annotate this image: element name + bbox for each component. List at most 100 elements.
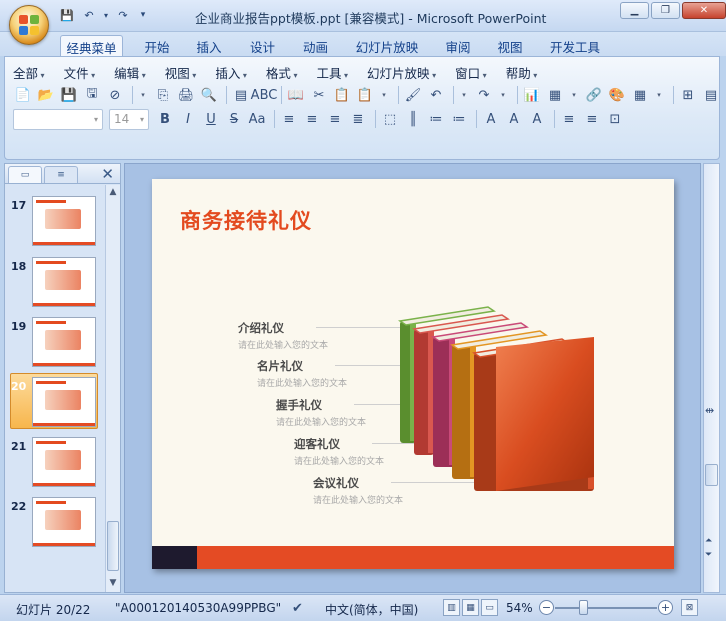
font-size-combo[interactable]: 14 ▾ bbox=[109, 108, 149, 130]
zoom-slider[interactable] bbox=[555, 607, 657, 609]
tab-4[interactable]: 动画 bbox=[293, 35, 338, 56]
slide-sorter-button[interactable]: ▦ bbox=[462, 599, 479, 616]
format-icon-16[interactable]: ≡ bbox=[559, 109, 579, 129]
format-icon-13[interactable]: A bbox=[481, 109, 501, 129]
toolbar-icon-20[interactable]: ▾ bbox=[497, 85, 509, 105]
toolbar-icon-21[interactable]: 📊 bbox=[522, 85, 542, 105]
toolbar-icon-12[interactable]: ✂ bbox=[309, 85, 329, 105]
tab-0[interactable]: 经典菜单 bbox=[60, 35, 123, 56]
font-name-combo[interactable]: ▾ bbox=[13, 108, 103, 130]
toolbar-icon-17[interactable]: ↶ bbox=[426, 85, 446, 105]
menu-8[interactable]: 窗口 bbox=[455, 63, 487, 82]
slide-thumbnail[interactable] bbox=[32, 196, 96, 246]
format-icon-10[interactable]: ║ bbox=[403, 109, 423, 129]
slide-thumbnail[interactable] bbox=[32, 497, 96, 547]
zoom-slider-thumb[interactable] bbox=[579, 600, 588, 615]
spellcheck-icon[interactable]: ✔ bbox=[292, 601, 303, 616]
menu-1[interactable]: 文件 bbox=[64, 63, 96, 82]
format-icon-18[interactable]: ⊡ bbox=[605, 109, 625, 129]
toolbar-icon-18[interactable]: ▾ bbox=[458, 85, 470, 105]
menu-6[interactable]: 工具 bbox=[316, 63, 348, 82]
slideshow-button[interactable]: ▭ bbox=[481, 599, 498, 616]
toolbar-icon-7[interactable]: 🖨 bbox=[176, 85, 196, 105]
slide-scrollbar[interactable]: ⇹ ⏶ ⏷ bbox=[703, 163, 720, 593]
office-button[interactable] bbox=[9, 5, 49, 45]
tab-7[interactable]: 视图 bbox=[489, 35, 531, 56]
tab-3[interactable]: 设计 bbox=[240, 35, 285, 56]
customize-qat-icon[interactable]: ▾ bbox=[136, 7, 150, 23]
fit-to-window-icon[interactable]: ⊠ bbox=[681, 599, 698, 616]
slide-thumbnail[interactable] bbox=[32, 317, 96, 367]
format-icon-15[interactable]: A bbox=[527, 109, 547, 129]
previous-slide-icon[interactable]: ⏶ bbox=[705, 536, 712, 546]
slide-thumbnail[interactable] bbox=[32, 257, 96, 307]
format-icon-17[interactable]: ≡ bbox=[582, 109, 602, 129]
toolbar-icon-27[interactable]: ▾ bbox=[653, 85, 665, 105]
format-icon-9[interactable]: ⬚ bbox=[380, 109, 400, 129]
format-icon-4[interactable]: Aa bbox=[247, 109, 267, 129]
menu-0[interactable]: 全部 bbox=[13, 63, 45, 82]
toolbar-icon-16[interactable]: 🖌 bbox=[403, 85, 423, 105]
menu-3[interactable]: 视图 bbox=[165, 63, 197, 82]
slide-thumbnail[interactable] bbox=[32, 377, 96, 427]
redo-icon[interactable]: ↷ bbox=[114, 7, 132, 23]
toolbar-icon-8[interactable]: 🔍 bbox=[199, 85, 219, 105]
tab-outline[interactable]: ≡ bbox=[44, 166, 78, 183]
format-icon-2[interactable]: U bbox=[201, 109, 221, 129]
books-graphic[interactable] bbox=[152, 179, 674, 569]
format-icon-5[interactable]: ≡ bbox=[279, 109, 299, 129]
close-pane-icon[interactable]: ✕ bbox=[101, 165, 114, 183]
slide[interactable]: 商务接待礼仪 介绍礼仪 请在此处输入您的文本 名片礼仪 请在此处输入您的文本 握手礼仪请… bbox=[152, 179, 674, 569]
toolbar-icon-14[interactable]: 📋 bbox=[355, 85, 375, 105]
format-icon-14[interactable]: A bbox=[504, 109, 524, 129]
maximize-button[interactable]: ❐ bbox=[651, 2, 680, 19]
toolbar-icon-1[interactable]: 📂 bbox=[36, 85, 56, 105]
toolbar-icon-28[interactable]: ⊞ bbox=[678, 85, 698, 105]
pane-scroll-thumb[interactable] bbox=[107, 521, 119, 571]
toolbar-icon-29[interactable]: ▤ bbox=[701, 85, 721, 105]
format-icon-6[interactable]: ≡ bbox=[302, 109, 322, 129]
toolbar-icon-15[interactable]: ▾ bbox=[378, 85, 390, 105]
format-icon-12[interactable]: ≔ bbox=[449, 109, 469, 129]
tab-8[interactable]: 开发工具 bbox=[540, 35, 610, 56]
scroll-up-icon[interactable]: ▲ bbox=[106, 185, 120, 199]
slide-scroll-thumb[interactable] bbox=[705, 464, 718, 486]
normal-view-button[interactable]: ▥ bbox=[443, 599, 460, 616]
menu-9[interactable]: 帮助 bbox=[506, 63, 538, 82]
toolbar-icon-10[interactable]: ABC bbox=[251, 85, 278, 105]
toolbar-icon-5[interactable]: ▾ bbox=[137, 85, 149, 105]
close-button[interactable]: ✕ bbox=[682, 2, 726, 19]
tab-2[interactable]: 插入 bbox=[188, 35, 230, 56]
toolbar-icon-9[interactable]: ▤ bbox=[231, 85, 251, 105]
format-icon-3[interactable]: S bbox=[224, 109, 244, 129]
format-icon-1[interactable]: I bbox=[178, 109, 198, 129]
save-icon[interactable]: 💾 bbox=[58, 7, 76, 23]
undo-dropdown-icon[interactable]: ▾ bbox=[102, 7, 110, 23]
zoom-in-icon[interactable]: + bbox=[658, 600, 673, 615]
tab-1[interactable]: 开始 bbox=[136, 35, 178, 56]
toolbar-icon-3[interactable]: 🖫 bbox=[82, 85, 102, 105]
menu-2[interactable]: 编辑 bbox=[114, 63, 146, 82]
language-indicator[interactable]: 中文(简体，中国) bbox=[325, 601, 418, 618]
next-slide-icon[interactable]: ⏷ bbox=[705, 550, 712, 560]
toolbar-icon-13[interactable]: 📋 bbox=[332, 85, 352, 105]
format-icon-8[interactable]: ≣ bbox=[348, 109, 368, 129]
format-icon-7[interactable]: ≡ bbox=[325, 109, 345, 129]
toolbar-icon-26[interactable]: ▦ bbox=[630, 85, 650, 105]
tab-6[interactable]: 审阅 bbox=[437, 35, 479, 56]
toolbar-icon-25[interactable]: 🎨 bbox=[607, 85, 627, 105]
slide-thumbnail[interactable] bbox=[32, 437, 96, 487]
toolbar-icon-4[interactable]: ⊘ bbox=[105, 85, 125, 105]
zoom-out-icon[interactable]: − bbox=[539, 600, 554, 615]
toolbar-icon-24[interactable]: 🔗 bbox=[584, 85, 604, 105]
toolbar-icon-0[interactable]: 📄 bbox=[13, 85, 33, 105]
toolbar-icon-11[interactable]: 📖 bbox=[286, 85, 306, 105]
menu-4[interactable]: 插入 bbox=[215, 63, 247, 82]
undo-icon[interactable]: ↶ bbox=[80, 7, 98, 23]
format-icon-0[interactable]: B bbox=[155, 109, 175, 129]
scroll-down-icon[interactable]: ▼ bbox=[106, 576, 120, 590]
toolbar-icon-19[interactable]: ↷ bbox=[474, 85, 494, 105]
tab-slides[interactable]: ▭ bbox=[8, 166, 42, 183]
pane-scrollbar[interactable]: ▲ ▼ bbox=[105, 185, 120, 592]
menu-5[interactable]: 格式 bbox=[266, 63, 298, 82]
